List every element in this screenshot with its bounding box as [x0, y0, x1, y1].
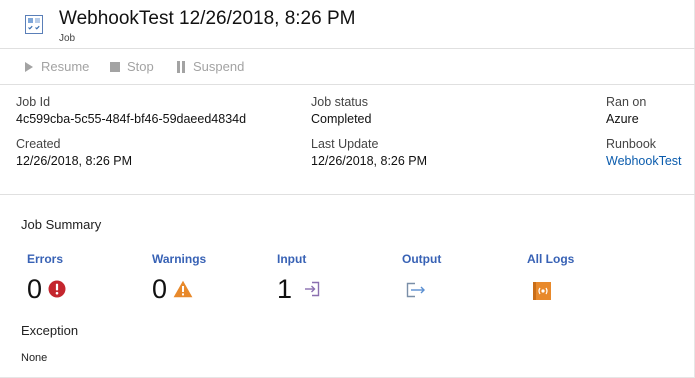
job-essentials: Job Id 4c599cba-5c55-484f-bf46-59daeed48…	[0, 85, 695, 195]
resume-label: Resume	[41, 59, 90, 74]
stop-label: Stop	[127, 59, 154, 74]
errors-label[interactable]: Errors	[27, 252, 63, 266]
stop-icon	[110, 61, 120, 72]
job-blade: WebhookTest 12/26/2018, 8:26 PM Job Resu…	[0, 0, 695, 378]
last-update-field: Last Update 12/26/2018, 8:26 PM	[311, 136, 427, 170]
suspend-label: Suspend	[193, 59, 245, 74]
runbook-link[interactable]: WebhookTest	[606, 153, 682, 170]
created-label: Created	[16, 137, 61, 151]
created-field: Created 12/26/2018, 8:26 PM	[16, 136, 132, 170]
runbook-label: Runbook	[606, 137, 657, 151]
warnings-label[interactable]: Warnings	[152, 252, 206, 266]
job-summary-heading: Job Summary	[21, 217, 102, 232]
blade-header: WebhookTest 12/26/2018, 8:26 PM Job	[0, 0, 695, 49]
job-id-label: Job Id	[16, 95, 51, 109]
suspend-button[interactable]: Suspend	[176, 49, 244, 84]
input-label[interactable]: Input	[277, 252, 306, 266]
last-update-label: Last Update	[311, 137, 379, 151]
job-id-value: 4c599cba-5c55-484f-bf46-59daeed4834d	[16, 112, 247, 126]
ran-on-label: Ran on	[606, 95, 647, 109]
warnings-tile[interactable]: Warnings 0	[152, 252, 206, 304]
input-tile[interactable]: Input 1	[277, 252, 320, 304]
all-logs-tile[interactable]: All Logs	[527, 252, 574, 300]
last-update-value: 12/26/2018, 8:26 PM	[311, 154, 428, 168]
logs-icon	[533, 282, 551, 300]
stop-button[interactable]: Stop	[110, 49, 154, 84]
errors-tile[interactable]: Errors 0	[27, 252, 66, 304]
error-icon	[48, 280, 66, 298]
exception-value: None	[21, 352, 48, 364]
output-label[interactable]: Output	[402, 252, 441, 266]
resume-button[interactable]: Resume	[24, 49, 89, 84]
job-id-field: Job Id 4c599cba-5c55-484f-bf46-59daeed48…	[16, 94, 246, 128]
runbook-field: Runbook WebhookTest	[606, 136, 682, 170]
input-icon	[305, 281, 320, 297]
output-icon	[406, 282, 425, 298]
input-count: 1	[277, 274, 293, 304]
exception-heading: Exception	[21, 323, 79, 338]
job-icon	[25, 15, 43, 34]
pause-icon	[177, 60, 185, 73]
warning-icon	[173, 280, 193, 298]
created-value: 12/26/2018, 8:26 PM	[16, 154, 133, 168]
job-status-label: Job status	[311, 95, 368, 109]
ran-on-field: Ran on Azure	[606, 94, 646, 128]
play-icon	[25, 61, 33, 72]
page-title: WebhookTest 12/26/2018, 8:26 PM	[59, 8, 356, 29]
output-tile[interactable]: Output	[402, 252, 441, 298]
ran-on-value: Azure	[606, 112, 639, 126]
errors-count: 0	[27, 274, 43, 304]
warnings-count: 0	[152, 274, 168, 304]
job-status-field: Job status Completed	[311, 94, 371, 128]
job-status-value: Completed	[311, 112, 372, 126]
all-logs-label[interactable]: All Logs	[527, 252, 574, 266]
command-bar: Resume Stop Suspend	[0, 49, 695, 85]
page-subtitle: Job	[59, 33, 76, 44]
